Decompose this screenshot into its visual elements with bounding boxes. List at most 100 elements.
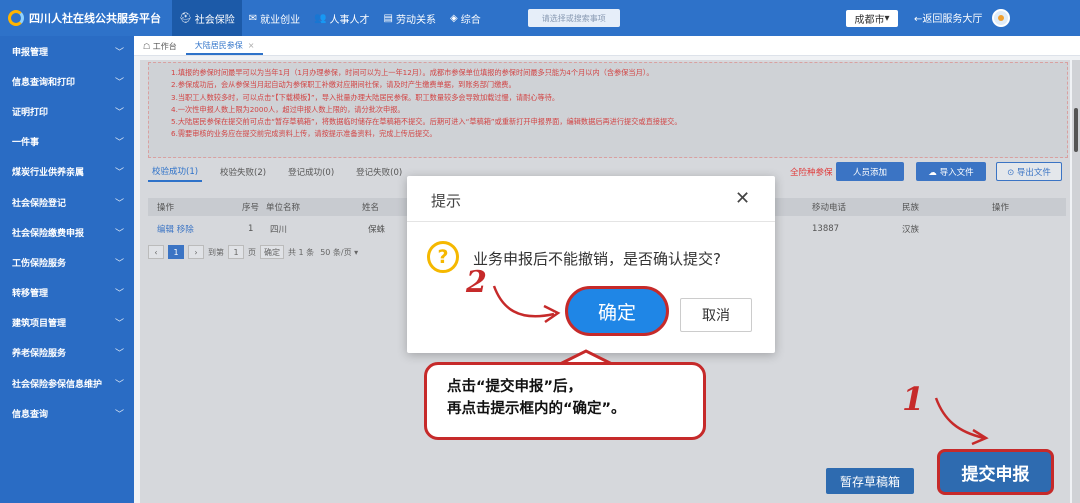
sidebar: 申报管理 ﹀ 信息查询和打印 ﹀ 证明打印 ﹀ 一件事 ﹀ 煤炭行业供养亲属 ﹀ 社会保险…: [0, 36, 134, 503]
sidebar-item[interactable]: 信息查询 ﹀: [0, 398, 134, 428]
notice-box: 1.填报的参保时间最早可以为当年1月（1月办理参保，时间可以为上一年12月）。成…: [148, 62, 1068, 158]
chevron-down-icon: ﹀: [114, 77, 124, 88]
nav-talent[interactable]: 👥 人事人才: [307, 0, 376, 36]
city-select[interactable]: 成都市 ▾: [846, 10, 898, 27]
sidebar-item[interactable]: 社会保险缴费申报 ﹀: [0, 217, 134, 247]
tab-mainland-resident-enrollment[interactable]: 大陆居民参保 ×: [185, 37, 264, 55]
chevron-down-icon: ▾: [884, 13, 890, 24]
tab-register-success[interactable]: 登记成功(0): [284, 163, 338, 181]
sidebar-item-label: 煤炭行业供养亲属: [12, 168, 85, 179]
tab-verify-failed[interactable]: 校验失败(2): [216, 163, 270, 181]
row-unit: 四川: [270, 225, 288, 235]
row-ethnicity: 汉族: [902, 225, 920, 235]
logo-icon: [8, 10, 24, 26]
chevron-down-icon: ﹀: [114, 258, 124, 269]
tab-verify-success[interactable]: 校验成功(1): [148, 162, 203, 182]
page-tab-strip: ☖ 工作台 大陆居民参保 ×: [134, 36, 1080, 56]
callout-line: 再点击提示框内的“确定”。: [447, 401, 626, 417]
sidebar-item[interactable]: 社会保险登记 ﹀: [0, 187, 134, 217]
confirm-dialog: 提示 ✕ ? 业务申报后不能撤销，是否确认提交? 确定 取消: [407, 176, 775, 353]
add-person-button[interactable]: 人员添加: [836, 162, 904, 181]
sidebar-item[interactable]: 养老保险服务 ﹀: [0, 338, 134, 368]
app-logo[interactable]: 四川人社在线公共服务平台: [0, 10, 172, 26]
export-file-button[interactable]: ⊙ 导出文件: [996, 162, 1062, 181]
row-phone: 13887: [812, 224, 840, 234]
nav-label: 社会保险: [194, 14, 235, 26]
chevron-down-icon: ﹀: [114, 168, 124, 179]
nav-labor-relations[interactable]: ▤ 劳动关系: [377, 0, 443, 36]
goto-confirm-button[interactable]: 确定: [260, 245, 284, 259]
sidebar-item-label: 一件事: [12, 138, 40, 149]
sidebar-item[interactable]: 一件事 ﹀: [0, 127, 134, 157]
prev-page-button[interactable]: ‹: [148, 245, 164, 259]
chevron-down-icon: ﹀: [114, 138, 124, 149]
sidebar-item[interactable]: 工伤保险服务 ﹀: [0, 247, 134, 277]
callout-line: 点击“提交申报”后，: [447, 379, 583, 395]
sidebar-item[interactable]: 转移管理 ﹀: [0, 278, 134, 308]
nav-general[interactable]: ◈ 综合: [443, 0, 488, 36]
goto-label: 到第: [208, 247, 224, 257]
tab-register-failed[interactable]: 登记失败(0): [352, 163, 406, 181]
nav-label: 人事人才: [329, 14, 370, 26]
save-draft-button[interactable]: 暂存草稿箱: [826, 468, 914, 494]
city-label: 成都市: [854, 15, 885, 26]
page-1-button[interactable]: 1: [168, 245, 184, 259]
sidebar-item[interactable]: 信息查询和打印 ﹀: [0, 66, 134, 96]
close-icon[interactable]: ×: [248, 41, 255, 50]
sidebar-item-label: 社会保险登记: [12, 198, 67, 209]
tab-workbench[interactable]: ☖ 工作台: [134, 37, 186, 55]
total-count: 共 1 条: [288, 247, 315, 257]
sidebar-item-label: 工伤保险服务: [12, 258, 67, 269]
chevron-down-icon: ﹀: [114, 107, 124, 118]
arrow-to-confirm-icon: [492, 285, 561, 324]
sidebar-item-label: 申报管理: [12, 47, 49, 58]
notice-line: 4.一次性申报人数上限为2000人，超过申报人数上限的，请分批次申报。: [171, 104, 405, 114]
sidebar-item-label: 社会保险参保信息维护: [12, 379, 103, 390]
top-bar: 四川人社在线公共服务平台 ⛑ 社会保险 ✉ 就业创业 👥 人事人才 ▤ 劳动关系…: [0, 0, 1080, 36]
step-2-marker: 2: [466, 265, 487, 300]
people-icon: 👥: [314, 12, 327, 24]
cancel-button[interactable]: 取消: [680, 298, 752, 332]
notice-line: 1.填报的参保时间最早可以为当年1月（1月办理参保，时间可以为上一年12月）。成…: [171, 68, 654, 77]
column-header: 民族: [902, 203, 920, 213]
chevron-down-icon: ﹀: [114, 409, 124, 420]
sidebar-item[interactable]: 社会保险参保信息维护 ﹀: [0, 368, 134, 398]
back-to-hall-link[interactable]: ←返回服务大厅: [914, 10, 982, 25]
nav-social-insurance[interactable]: ⛑ 社会保险: [172, 0, 242, 36]
close-icon[interactable]: ✕: [735, 188, 750, 209]
dialog-title: 提示: [431, 192, 462, 210]
dialog-divider: [407, 221, 775, 222]
sidebar-item-label: 养老保险服务: [12, 349, 67, 360]
scrollbar-thumb[interactable]: [1074, 108, 1078, 152]
step-1-marker: 1: [902, 380, 925, 418]
chevron-down-icon: ﹀: [114, 379, 124, 390]
notice-line: 5.大陆居民参保在提交前可点击“暂存草稿箱”，将数据临时储存在草稿箱不提交。后期…: [171, 117, 682, 127]
dialog-message: 业务申报后不能撤销，是否确认提交?: [473, 250, 721, 268]
avatar[interactable]: [992, 9, 1010, 27]
sidebar-item[interactable]: 证明打印 ﹀: [0, 96, 134, 126]
search-input[interactable]: 请选择或搜索事项: [527, 9, 620, 27]
mail-icon: ✉: [248, 12, 258, 24]
edit-remove-links[interactable]: 编辑 移除: [157, 223, 194, 235]
chevron-down-icon: ﹀: [114, 47, 124, 58]
page-size-select[interactable]: 50 条/页 ▾: [320, 247, 358, 258]
page-number-input[interactable]: 1: [228, 245, 244, 259]
sidebar-item-label: 社会保险缴费申报: [12, 228, 85, 239]
submit-application-button[interactable]: 提交申报: [937, 449, 1054, 495]
row-seq: 1: [248, 224, 254, 234]
import-file-button[interactable]: ☁ 导入文件: [916, 162, 986, 181]
column-header: 序号: [242, 203, 260, 213]
sidebar-item[interactable]: 申报管理 ﹀: [0, 36, 134, 66]
question-icon: ?: [427, 241, 459, 273]
next-page-button[interactable]: ›: [188, 245, 204, 259]
chevron-down-icon: ﹀: [114, 228, 124, 239]
nav-label: 综合: [460, 14, 481, 26]
sidebar-item[interactable]: 煤炭行业供养亲属 ﹀: [0, 157, 134, 187]
sidebar-item[interactable]: 建筑项目管理 ﹀: [0, 308, 134, 338]
confirm-button[interactable]: 确定: [565, 286, 669, 336]
nav-employment[interactable]: ✉ 就业创业: [242, 0, 307, 36]
chevron-down-icon: ﹀: [114, 349, 124, 360]
row-name: 保蛛: [368, 225, 386, 235]
sidebar-item-label: 建筑项目管理: [12, 319, 67, 330]
column-header: 姓名: [362, 203, 380, 213]
